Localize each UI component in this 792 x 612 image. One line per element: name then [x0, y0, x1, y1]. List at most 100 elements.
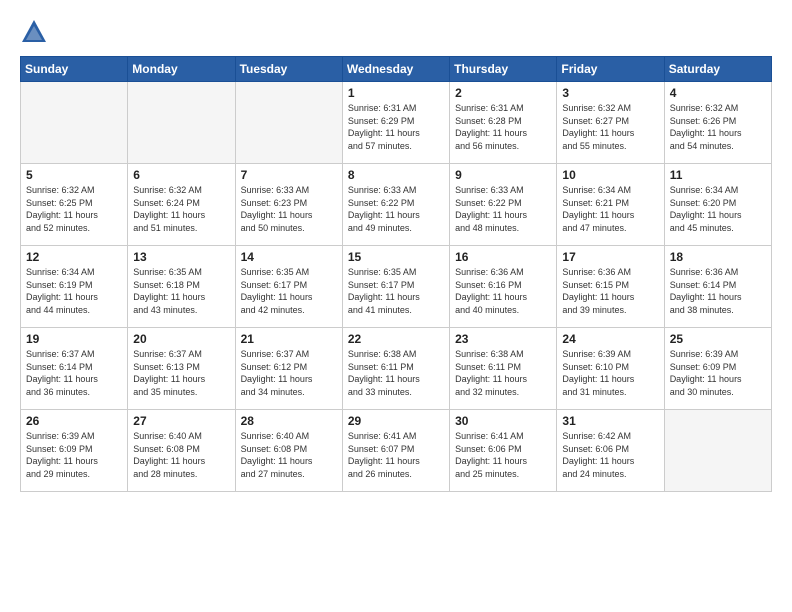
weekday-header-sunday: Sunday: [21, 57, 128, 82]
calendar-cell: 30 Sunrise: 6:41 AMSunset: 6:06 PMDayligh…: [450, 410, 557, 492]
day-info: Sunrise: 6:38 AMSunset: 6:11 PMDaylight:…: [455, 348, 551, 398]
calendar-cell: 29 Sunrise: 6:41 AMSunset: 6:07 PMDayligh…: [342, 410, 449, 492]
weekday-header-friday: Friday: [557, 57, 664, 82]
day-info: Sunrise: 6:39 AMSunset: 6:09 PMDaylight:…: [26, 430, 122, 480]
day-number: 2: [455, 86, 551, 100]
day-info: Sunrise: 6:31 AMSunset: 6:28 PMDaylight:…: [455, 102, 551, 152]
calendar-header: SundayMondayTuesdayWednesdayThursdayFrid…: [21, 57, 772, 82]
calendar-cell: 14 Sunrise: 6:35 AMSunset: 6:17 PMDayligh…: [235, 246, 342, 328]
week-row-5: 26Sunrise: 6:39 AMSunset: 6:09 PMDayligh…: [21, 410, 772, 492]
calendar-cell: 7 Sunrise: 6:33 AMSunset: 6:23 PMDaylight…: [235, 164, 342, 246]
day-number: 27: [133, 414, 229, 428]
day-number: 25: [670, 332, 766, 346]
day-info: Sunrise: 6:35 AMSunset: 6:17 PMDaylight:…: [241, 266, 337, 316]
day-number: 16: [455, 250, 551, 264]
calendar-cell: 22Sunrise: 6:38 AMSunset: 6:11 PMDayligh…: [342, 328, 449, 410]
day-number: 1: [348, 86, 444, 100]
calendar-cell: 11 Sunrise: 6:34 AMSunset: 6:20 PMDayligh…: [664, 164, 771, 246]
weekday-header-saturday: Saturday: [664, 57, 771, 82]
day-info: Sunrise: 6:32 AMSunset: 6:25 PMDaylight:…: [26, 184, 122, 234]
day-info: Sunrise: 6:33 AMSunset: 6:23 PMDaylight:…: [241, 184, 337, 234]
day-number: 21: [241, 332, 337, 346]
day-number: 17: [562, 250, 658, 264]
day-number: 12: [26, 250, 122, 264]
day-number: 24: [562, 332, 658, 346]
day-info: Sunrise: 6:32 AMSunset: 6:26 PMDaylight:…: [670, 102, 766, 152]
day-info: Sunrise: 6:40 AMSunset: 6:08 PMDaylight:…: [133, 430, 229, 480]
calendar-cell: 12 Sunrise: 6:34 AMSunset: 6:19 PMDayligh…: [21, 246, 128, 328]
weekday-header-wednesday: Wednesday: [342, 57, 449, 82]
day-info: Sunrise: 6:36 AMSunset: 6:14 PMDaylight:…: [670, 266, 766, 316]
day-number: 5: [26, 168, 122, 182]
calendar-cell: 1 Sunrise: 6:31 AMSunset: 6:29 PMDaylight…: [342, 82, 449, 164]
day-number: 8: [348, 168, 444, 182]
calendar-cell: 25 Sunrise: 6:39 AMSunset: 6:09 PMDayligh…: [664, 328, 771, 410]
day-info: Sunrise: 6:42 AMSunset: 6:06 PMDaylight:…: [562, 430, 658, 480]
day-number: 23: [455, 332, 551, 346]
calendar-cell: 3Sunrise: 6:32 AMSunset: 6:27 PMDaylight…: [557, 82, 664, 164]
calendar-cell: 5 Sunrise: 6:32 AMSunset: 6:25 PMDaylight…: [21, 164, 128, 246]
day-info: Sunrise: 6:31 AMSunset: 6:29 PMDaylight:…: [348, 102, 444, 152]
day-number: 4: [670, 86, 766, 100]
calendar-cell: 31 Sunrise: 6:42 AMSunset: 6:06 PMDayligh…: [557, 410, 664, 492]
day-number: 29: [348, 414, 444, 428]
day-info: Sunrise: 6:41 AMSunset: 6:06 PMDaylight:…: [455, 430, 551, 480]
calendar-cell: 9 Sunrise: 6:33 AMSunset: 6:22 PMDaylight…: [450, 164, 557, 246]
calendar-cell: 24 Sunrise: 6:39 AMSunset: 6:10 PMDayligh…: [557, 328, 664, 410]
day-info: Sunrise: 6:36 AMSunset: 6:15 PMDaylight:…: [562, 266, 658, 316]
calendar-table: SundayMondayTuesdayWednesdayThursdayFrid…: [20, 56, 772, 492]
day-info: Sunrise: 6:34 AMSunset: 6:21 PMDaylight:…: [562, 184, 658, 234]
calendar-cell: [664, 410, 771, 492]
logo: [20, 18, 52, 46]
day-info: Sunrise: 6:38 AMSunset: 6:11 PMDaylight:…: [348, 348, 444, 398]
day-info: Sunrise: 6:33 AMSunset: 6:22 PMDaylight:…: [455, 184, 551, 234]
calendar-cell: 15 Sunrise: 6:35 AMSunset: 6:17 PMDayligh…: [342, 246, 449, 328]
calendar-cell: 26Sunrise: 6:39 AMSunset: 6:09 PMDayligh…: [21, 410, 128, 492]
calendar-cell: 6Sunrise: 6:32 AMSunset: 6:24 PMDaylight…: [128, 164, 235, 246]
calendar-cell: 17 Sunrise: 6:36 AMSunset: 6:15 PMDayligh…: [557, 246, 664, 328]
week-row-4: 19 Sunrise: 6:37 AMSunset: 6:14 PMDayligh…: [21, 328, 772, 410]
day-info: Sunrise: 6:39 AMSunset: 6:09 PMDaylight:…: [670, 348, 766, 398]
day-number: 31: [562, 414, 658, 428]
weekday-header-row: SundayMondayTuesdayWednesdayThursdayFrid…: [21, 57, 772, 82]
day-info: Sunrise: 6:32 AMSunset: 6:27 PMDaylight:…: [562, 102, 658, 152]
day-number: 18: [670, 250, 766, 264]
day-info: Sunrise: 6:37 AMSunset: 6:12 PMDaylight:…: [241, 348, 337, 398]
header: [20, 18, 772, 46]
week-row-3: 12 Sunrise: 6:34 AMSunset: 6:19 PMDayligh…: [21, 246, 772, 328]
day-info: Sunrise: 6:39 AMSunset: 6:10 PMDaylight:…: [562, 348, 658, 398]
day-number: 30: [455, 414, 551, 428]
calendar-cell: 19 Sunrise: 6:37 AMSunset: 6:14 PMDayligh…: [21, 328, 128, 410]
day-info: Sunrise: 6:41 AMSunset: 6:07 PMDaylight:…: [348, 430, 444, 480]
calendar-body: 1 Sunrise: 6:31 AMSunset: 6:29 PMDaylight…: [21, 82, 772, 492]
day-info: Sunrise: 6:35 AMSunset: 6:17 PMDaylight:…: [348, 266, 444, 316]
calendar-cell: 18 Sunrise: 6:36 AMSunset: 6:14 PMDayligh…: [664, 246, 771, 328]
day-number: 11: [670, 168, 766, 182]
calendar-page: SundayMondayTuesdayWednesdayThursdayFrid…: [0, 0, 792, 612]
calendar-cell: 27 Sunrise: 6:40 AMSunset: 6:08 PMDayligh…: [128, 410, 235, 492]
day-info: Sunrise: 6:37 AMSunset: 6:13 PMDaylight:…: [133, 348, 229, 398]
weekday-header-thursday: Thursday: [450, 57, 557, 82]
logo-icon: [20, 18, 48, 46]
week-row-2: 5 Sunrise: 6:32 AMSunset: 6:25 PMDaylight…: [21, 164, 772, 246]
calendar-cell: 10 Sunrise: 6:34 AMSunset: 6:21 PMDayligh…: [557, 164, 664, 246]
day-number: 19: [26, 332, 122, 346]
day-number: 15: [348, 250, 444, 264]
day-info: Sunrise: 6:34 AMSunset: 6:19 PMDaylight:…: [26, 266, 122, 316]
day-number: 28: [241, 414, 337, 428]
day-number: 7: [241, 168, 337, 182]
calendar-cell: 21 Sunrise: 6:37 AMSunset: 6:12 PMDayligh…: [235, 328, 342, 410]
day-info: Sunrise: 6:33 AMSunset: 6:22 PMDaylight:…: [348, 184, 444, 234]
day-number: 6: [133, 168, 229, 182]
calendar-cell: 13Sunrise: 6:35 AMSunset: 6:18 PMDayligh…: [128, 246, 235, 328]
calendar-cell: 28 Sunrise: 6:40 AMSunset: 6:08 PMDayligh…: [235, 410, 342, 492]
day-info: Sunrise: 6:37 AMSunset: 6:14 PMDaylight:…: [26, 348, 122, 398]
day-info: Sunrise: 6:40 AMSunset: 6:08 PMDaylight:…: [241, 430, 337, 480]
calendar-cell: [235, 82, 342, 164]
day-number: 10: [562, 168, 658, 182]
day-info: Sunrise: 6:35 AMSunset: 6:18 PMDaylight:…: [133, 266, 229, 316]
day-number: 14: [241, 250, 337, 264]
calendar-cell: [128, 82, 235, 164]
day-info: Sunrise: 6:34 AMSunset: 6:20 PMDaylight:…: [670, 184, 766, 234]
day-number: 9: [455, 168, 551, 182]
